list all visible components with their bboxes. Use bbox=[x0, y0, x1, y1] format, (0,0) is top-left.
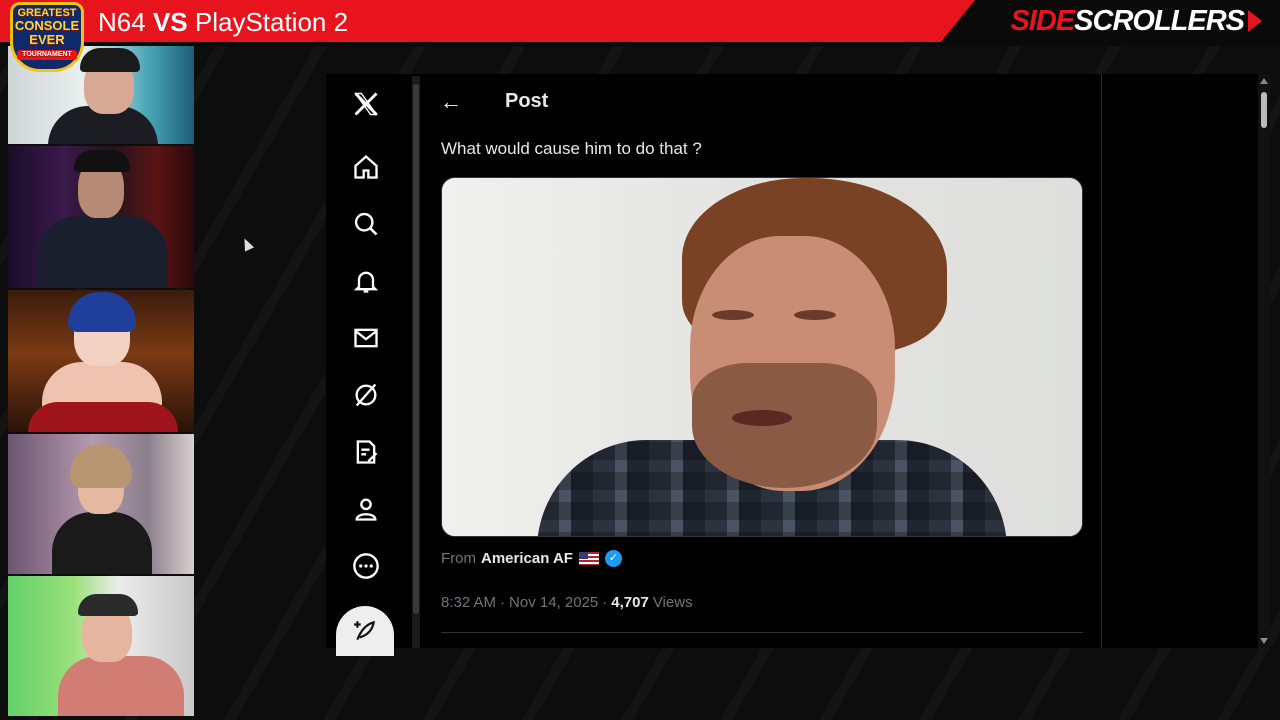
x-logo-icon[interactable] bbox=[336, 82, 396, 126]
x-sidebar-nav bbox=[336, 74, 396, 656]
title-vs: VS bbox=[152, 7, 188, 37]
us-flag-icon bbox=[578, 551, 599, 565]
source-prefix: From bbox=[441, 549, 476, 567]
logo-line-2: CONSOLE bbox=[14, 18, 80, 33]
stream-overlay: N64 VS PlayStation 2 SIDE SCROLLERS GREA… bbox=[0, 0, 1280, 720]
source-name-link[interactable]: American AF bbox=[481, 550, 573, 567]
webcam-person-cap bbox=[74, 150, 130, 172]
bell-icon[interactable] bbox=[336, 259, 396, 303]
meta-separator: · bbox=[500, 593, 506, 611]
post-divider bbox=[441, 632, 1083, 633]
search-icon[interactable] bbox=[336, 202, 396, 246]
logo-line-4: TOURNAMENT bbox=[17, 50, 77, 60]
title-left: N64 bbox=[98, 7, 146, 37]
compose-icon bbox=[354, 620, 375, 641]
meta-separator: · bbox=[602, 593, 608, 611]
brand-scrollers: SCROLLERS bbox=[1074, 4, 1245, 37]
webcam-avatar-hair bbox=[68, 292, 136, 332]
post-date[interactable]: Nov 14, 2025 bbox=[509, 594, 598, 611]
mouse-cursor-icon bbox=[239, 236, 255, 252]
views-label: Views bbox=[652, 593, 693, 611]
post-time[interactable]: 8:32 AM bbox=[441, 594, 496, 611]
verified-badge-icon: ✓ bbox=[604, 549, 622, 567]
back-button[interactable]: ← bbox=[440, 90, 464, 114]
post-text: What would cause him to do that ? bbox=[441, 139, 702, 158]
tournament-logo: GREATEST CONSOLE EVER TOURNAMENT bbox=[6, 2, 88, 78]
page-title: Post bbox=[505, 90, 549, 112]
more-icon[interactable] bbox=[336, 544, 396, 588]
webcam-2 bbox=[8, 146, 194, 288]
home-icon[interactable] bbox=[336, 145, 396, 189]
scroll-down-icon[interactable] bbox=[1260, 638, 1268, 644]
stream-title: N64 VS PlayStation 2 bbox=[98, 6, 348, 38]
brand-arrow-icon bbox=[1248, 10, 1262, 32]
compose-button[interactable] bbox=[336, 606, 394, 656]
webcam-5 bbox=[8, 576, 194, 716]
webcam-person-cap bbox=[78, 594, 138, 616]
post-header: ← Post bbox=[422, 80, 1102, 126]
grok-icon[interactable] bbox=[336, 373, 396, 417]
webcam-person-hair bbox=[70, 444, 132, 488]
title-right: PlayStation 2 bbox=[194, 7, 349, 37]
sidescrollers-logo: SIDE SCROLLERS bbox=[1010, 4, 1262, 38]
logo-line-3: EVER bbox=[29, 32, 65, 47]
premium-icon[interactable] bbox=[336, 430, 396, 474]
nav-scrollbar[interactable] bbox=[412, 76, 420, 648]
webcam-avatar-dress bbox=[28, 402, 178, 432]
page-scrollbar-thumb[interactable] bbox=[1261, 92, 1267, 128]
webcam-3 bbox=[8, 290, 194, 432]
nav-scrollbar-thumb[interactable] bbox=[413, 84, 419, 614]
column-divider bbox=[1101, 74, 1102, 648]
mail-icon[interactable] bbox=[336, 316, 396, 360]
profile-icon[interactable] bbox=[336, 487, 396, 531]
scroll-up-icon[interactable] bbox=[1260, 78, 1268, 84]
webcam-person-cap bbox=[80, 48, 140, 72]
webcam-person-body bbox=[58, 656, 184, 716]
webcam-person-body bbox=[38, 216, 168, 288]
video-mouth bbox=[732, 410, 792, 426]
video-beard bbox=[692, 363, 877, 488]
post-source: From American AF ✓ bbox=[441, 548, 622, 568]
title-banner: N64 VS PlayStation 2 SIDE SCROLLERS bbox=[0, 0, 1280, 46]
post-video[interactable] bbox=[441, 177, 1083, 537]
webcam-person-body bbox=[52, 512, 152, 574]
video-eye-right bbox=[794, 310, 836, 320]
views-count: 4,707 bbox=[611, 593, 649, 611]
page-scrollbar[interactable] bbox=[1258, 74, 1270, 648]
video-eye-left bbox=[712, 310, 754, 320]
post-meta: 8:32 AM · Nov 14, 2025 · 4,707 Views bbox=[441, 592, 693, 612]
webcam-4 bbox=[8, 434, 194, 574]
brand-side: SIDE bbox=[1010, 4, 1075, 37]
